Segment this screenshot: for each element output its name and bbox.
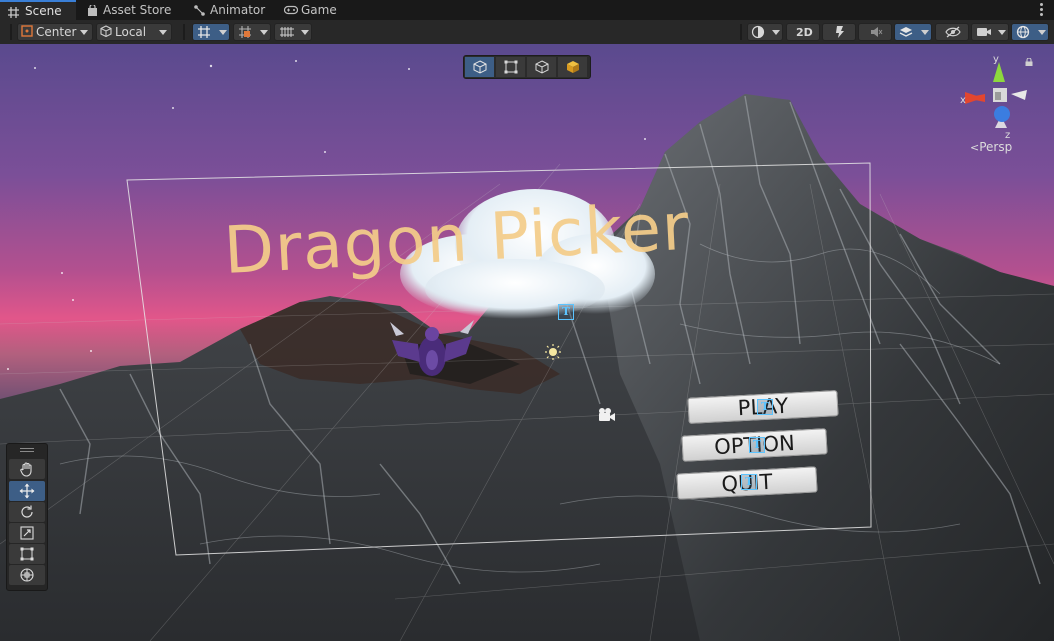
tab-animator[interactable]: Animator: [194, 0, 274, 20]
chevron-down-icon: [301, 30, 309, 35]
chevron-down-icon: [772, 30, 780, 35]
chevron-down-icon: [219, 30, 227, 35]
transform-tool-button[interactable]: [9, 565, 45, 585]
text-gizmo-icon[interactable]: T: [558, 304, 574, 320]
lighting-toggle[interactable]: [822, 23, 856, 41]
pivot-mode-dropdown[interactable]: Center: [17, 23, 93, 41]
text-gizmo-icon[interactable]: T: [741, 474, 757, 490]
gizmos-dropdown[interactable]: [1011, 23, 1049, 41]
tab-label: Game: [301, 3, 337, 17]
toggle-2d-button[interactable]: 2D: [786, 23, 820, 41]
tab-label: Asset Store: [103, 3, 172, 17]
orientation-toolbar-overlay: [463, 55, 591, 79]
text-gizmo-icon[interactable]: T: [757, 399, 773, 415]
terrain-mountain: [0, 60, 1054, 641]
chevron-down-icon: [998, 30, 1006, 35]
effects-dropdown[interactable]: [894, 23, 932, 41]
speaker-muted-icon: [869, 25, 883, 42]
cube-outline-icon: [535, 60, 548, 74]
chevron-left-icon: <: [970, 141, 980, 154]
grid-visibility-dropdown[interactable]: [274, 23, 312, 41]
scale-tool-button[interactable]: [9, 523, 45, 543]
toolbar-grip: [10, 24, 12, 40]
projection-label: Persp: [979, 140, 1013, 154]
layers-icon: [899, 25, 913, 42]
tab-label: Animator: [210, 3, 266, 17]
tools-overlay: [6, 443, 48, 591]
transform-globe-icon: [20, 568, 34, 582]
move-arrows-icon: [19, 483, 35, 499]
rect-transform-icon: [20, 547, 34, 561]
animator-icon: [194, 5, 205, 16]
chevron-down-icon: [80, 30, 88, 35]
tab-scene[interactable]: Scene: [0, 0, 76, 20]
grid-icon: [8, 7, 19, 18]
tab-game[interactable]: Game: [283, 0, 354, 20]
rect-view-button[interactable]: [496, 57, 525, 77]
hand-icon: [20, 462, 32, 477]
cube-icon: [473, 60, 486, 74]
lightbulb-icon: [833, 25, 847, 42]
gamepad-icon: [283, 5, 299, 15]
scale-icon: [20, 526, 34, 540]
rect-transform-icon: [504, 60, 517, 74]
pivot-space-label: Local: [115, 25, 147, 39]
lock-icon[interactable]: [1025, 58, 1033, 66]
pivot-center-icon: [21, 25, 33, 40]
tab-label: Scene: [25, 4, 62, 18]
rotate-icon: [21, 505, 33, 518]
ruler-grid-icon: [279, 25, 295, 42]
increment-snap-icon: [238, 25, 252, 42]
projection-toggle[interactable]: <Persp: [970, 140, 1012, 154]
tab-asset-store[interactable]: Asset Store: [87, 0, 182, 20]
cube-shaded-icon: [566, 61, 579, 73]
increment-snapping-toggle[interactable]: [233, 23, 271, 41]
move-tool-button[interactable]: [9, 481, 45, 501]
shopping-bag-icon: [87, 3, 98, 16]
rotate-tool-button[interactable]: [9, 502, 45, 522]
chevron-down-icon: [159, 30, 167, 35]
toolbar-grip: [183, 24, 185, 40]
grid-snap-icon: [197, 25, 211, 42]
scene-viewport[interactable]: Dragon Picker T PLAY T OPTION T QUIT T x…: [0, 44, 1054, 641]
chevron-down-icon: [921, 30, 929, 35]
scene-orientation-gizmo[interactable]: x y z: [955, 54, 1045, 144]
view-cube-button[interactable]: [465, 57, 494, 77]
window-tab-bar: Scene Asset Store Animator Game: [0, 0, 1054, 20]
gizmo-globe-icon: [1016, 25, 1030, 42]
draw-mode-dropdown[interactable]: [747, 23, 783, 41]
chevron-down-icon: [260, 30, 268, 35]
overlay-drag-handle[interactable]: [20, 451, 34, 452]
shading-mode-icon: [751, 25, 765, 42]
eye-hidden-icon: [945, 25, 961, 42]
scene-toolbar: Center Local 2D: [0, 20, 1054, 44]
shaded-cube-button[interactable]: [558, 57, 587, 77]
pivot-space-dropdown[interactable]: Local: [96, 23, 172, 41]
rect-tool-button[interactable]: [9, 544, 45, 564]
camera-icon: [976, 25, 992, 42]
toggle-2d-label: 2D: [796, 26, 813, 39]
chevron-down-icon: [1038, 30, 1046, 35]
more-options-icon[interactable]: [1040, 2, 1044, 16]
wireframe-cube-button[interactable]: [527, 57, 556, 77]
axis-y-label: y: [993, 54, 999, 65]
local-space-icon: [100, 25, 112, 40]
scene-visibility-toggle[interactable]: [935, 23, 969, 41]
audio-toggle[interactable]: [858, 23, 892, 41]
toolbar-grip: [740, 24, 742, 40]
view-tool-button[interactable]: [9, 459, 45, 479]
scene-camera-dropdown[interactable]: [971, 23, 1009, 41]
grid-snapping-toggle[interactable]: [192, 23, 230, 41]
pivot-mode-label: Center: [36, 25, 77, 39]
text-gizmo-icon[interactable]: T: [749, 437, 765, 453]
axis-x-label: x: [960, 95, 966, 106]
overlay-drag-handle[interactable]: [20, 448, 34, 449]
